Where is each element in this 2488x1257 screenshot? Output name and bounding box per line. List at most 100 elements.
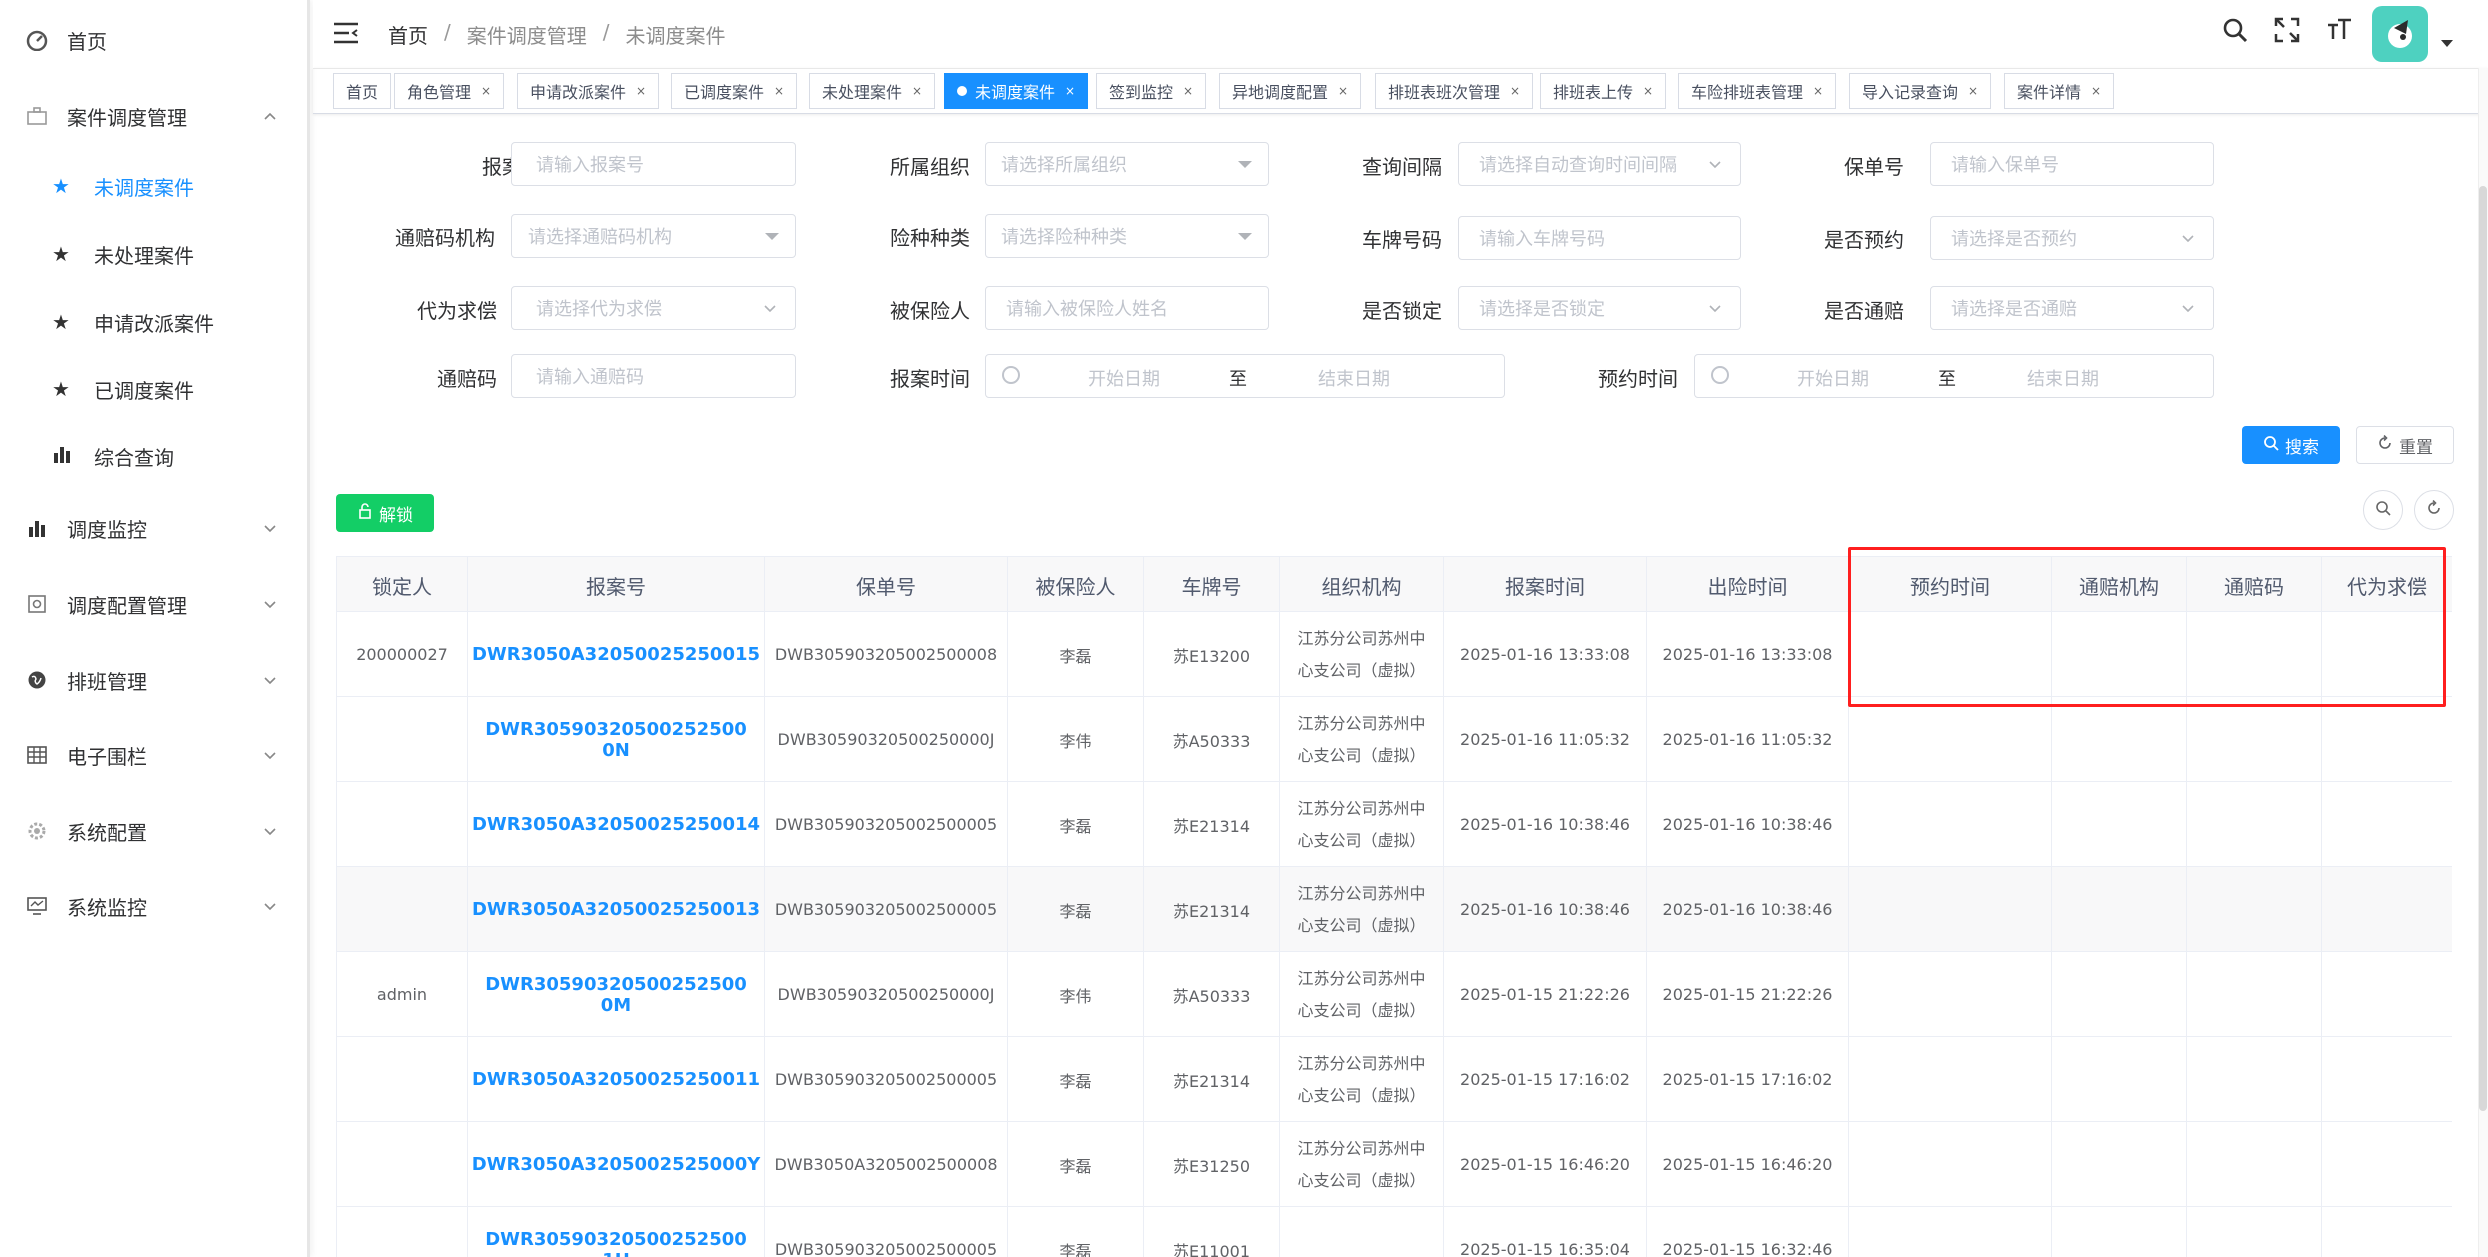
- table-cell-1[interactable]: DWR3050A3205002525000Y: [468, 1122, 765, 1207]
- table-cell-10: [2187, 1122, 2322, 1207]
- menu-toggle-icon[interactable]: [333, 22, 359, 44]
- end-date-placeholder[interactable]: 结束日期: [2027, 365, 2099, 391]
- tab-reassign[interactable]: 申请改派案件 ×: [517, 73, 660, 109]
- sidebar-subitem-undispatched[interactable]: ★ 未调度案件: [0, 156, 307, 216]
- sidebar-item-system-config[interactable]: 系统配置: [0, 801, 307, 861]
- close-icon[interactable]: ×: [1813, 84, 1823, 98]
- tab-role[interactable]: 角色管理 ×: [394, 73, 505, 109]
- reset-button[interactable]: 重置: [2356, 426, 2454, 464]
- table-row[interactable]: DWR3050A32050025250011 DWB305903205002500…: [337, 1037, 2452, 1122]
- table-cell-1[interactable]: DWR3050A32050025250013: [468, 867, 765, 952]
- close-icon[interactable]: ×: [912, 84, 922, 98]
- toggle-search-button[interactable]: [2363, 490, 2403, 530]
- close-icon[interactable]: ×: [636, 84, 646, 98]
- chevron-down-icon: [263, 597, 277, 611]
- close-icon[interactable]: ×: [2091, 84, 2101, 98]
- table-cell-1[interactable]: DWR30590320500252500 1H: [468, 1207, 765, 1257]
- locked-select[interactable]: 请选择是否锁定: [1458, 286, 1741, 330]
- col-header-insured: 被保险人: [1008, 557, 1144, 613]
- start-date-placeholder[interactable]: 开始日期: [1088, 365, 1160, 391]
- close-icon[interactable]: ×: [1510, 84, 1520, 98]
- sidebar-item-schedule[interactable]: 排班管理: [0, 650, 307, 710]
- table-cell-2: DWB305903205002500008: [765, 612, 1008, 697]
- tab-schedule-upload[interactable]: 排班表上传 ×: [1540, 73, 1667, 109]
- search-icon: [2375, 500, 2391, 520]
- unlock-button[interactable]: 解锁: [336, 494, 434, 532]
- table-row[interactable]: admin DWR30590320500252500 0M DWB305903205…: [337, 952, 2452, 1037]
- table-row[interactable]: DWR30590320500252500 1HDWB30590320500250…: [337, 1207, 2452, 1257]
- table-cell-1[interactable]: DWR30590320500252500 0M: [468, 952, 765, 1037]
- table-cell-1[interactable]: DWR3050A32050025250015: [468, 612, 765, 697]
- table-row[interactable]: DWR3050A32050025250013 DWB305903205002500…: [337, 867, 2452, 952]
- col-header-report-time: 报案时间: [1444, 557, 1647, 613]
- sidebar-item-case-dispatch[interactable]: 案件调度管理: [0, 86, 307, 146]
- table-cell-1[interactable]: DWR3050A32050025250014: [468, 782, 765, 867]
- report-time-range[interactable]: 开始日期 至 结束日期: [985, 354, 1505, 398]
- notify-org-select[interactable]: 请选择通赔码机构: [511, 214, 796, 258]
- table-cell-11: [2322, 782, 2452, 867]
- breadcrumb-home[interactable]: 首页: [388, 20, 428, 49]
- tab-undispatched[interactable]: 未调度案件 ×: [944, 73, 1089, 109]
- fullscreen-icon[interactable]: [2273, 16, 2301, 44]
- breadcrumb-case-dispatch[interactable]: 案件调度管理: [467, 20, 587, 49]
- sidebar-subitem-dispatched[interactable]: ★ 已调度案件: [0, 359, 307, 419]
- end-date-placeholder[interactable]: 结束日期: [1318, 365, 1390, 391]
- org-select[interactable]: 请选择所属组织: [985, 142, 1269, 186]
- tab-import-record[interactable]: 导入记录查询 ×: [1849, 73, 1992, 109]
- tab-auto-schedule[interactable]: 车险排班表管理 ×: [1678, 73, 1837, 109]
- start-date-placeholder[interactable]: 开始日期: [1797, 365, 1869, 391]
- page-scrollbar[interactable]: [2478, 68, 2488, 1257]
- table-row[interactable]: DWR3050A3205002525000Y DWB3050A3205002500…: [337, 1122, 2452, 1207]
- sidebar-subitem-query[interactable]: 综合查询: [0, 426, 307, 486]
- sidebar-item-monitor[interactable]: 调度监控: [0, 498, 307, 558]
- tab-case-detail[interactable]: 案件详情 ×: [2004, 73, 2115, 109]
- tab-unprocessed[interactable]: 未处理案件 ×: [809, 73, 936, 109]
- close-icon[interactable]: ×: [481, 84, 491, 98]
- avatar[interactable]: [2372, 6, 2428, 62]
- report-no-input[interactable]: 请输入报案号: [511, 142, 796, 186]
- tab-remote-dispatch[interactable]: 异地调度配置 ×: [1219, 73, 1362, 109]
- close-icon[interactable]: ×: [1065, 84, 1075, 98]
- policy-no-input[interactable]: 请输入保单号: [1930, 142, 2214, 186]
- reserve-time-range[interactable]: 开始日期 至 结束日期: [1694, 354, 2214, 398]
- tab-sign-monitor[interactable]: 签到监控 ×: [1096, 73, 1207, 109]
- unlock-button-label: 解锁: [379, 505, 413, 526]
- search-icon[interactable]: [2221, 16, 2249, 44]
- close-icon[interactable]: ×: [1968, 84, 1978, 98]
- refresh-button[interactable]: [2414, 490, 2454, 530]
- table-cell-1[interactable]: DWR30590320500252500 0N: [468, 697, 765, 782]
- caret-down-icon[interactable]: [2441, 40, 2453, 47]
- placeholder: 请选择通赔码机构: [528, 227, 672, 248]
- tab-home[interactable]: 首页: [333, 73, 392, 109]
- sidebar-subitem-unprocessed[interactable]: ★ 未处理案件: [0, 224, 307, 284]
- insured-input[interactable]: 请输入被保险人姓名: [985, 286, 1269, 330]
- tab-shift-manage[interactable]: 排班表班次管理 ×: [1375, 73, 1534, 109]
- active-dot-icon: [957, 86, 967, 96]
- search-button[interactable]: 搜索: [2242, 426, 2340, 464]
- universal-select[interactable]: 请选择是否通赔: [1930, 286, 2214, 330]
- sidebar-item-home[interactable]: 首页: [0, 10, 307, 70]
- font-size-icon[interactable]: [2325, 16, 2353, 44]
- universal-label: 是否通赔: [1824, 299, 1904, 323]
- interval-select[interactable]: 请选择自动查询时间间隔: [1458, 142, 1741, 186]
- table-row[interactable]: DWR3050A32050025250014 DWB305903205002500…: [337, 782, 2452, 867]
- close-icon[interactable]: ×: [1643, 84, 1653, 98]
- table-cell-10: [2187, 697, 2322, 782]
- insurance-type-select[interactable]: 请选择险种种类: [985, 214, 1269, 258]
- plate-input[interactable]: 请输入车牌号码: [1458, 216, 1741, 260]
- table-cell-1[interactable]: DWR3050A32050025250011: [468, 1037, 765, 1122]
- sidebar-subitem-reassign[interactable]: ★ 申请改派案件: [0, 292, 307, 352]
- org-line-2: 心支公司（虚拟）: [1297, 1085, 1426, 1105]
- tab-dispatched[interactable]: 已调度案件 ×: [671, 73, 798, 109]
- close-icon[interactable]: ×: [1183, 84, 1193, 98]
- reserved-select[interactable]: 请选择是否预约: [1930, 216, 2214, 260]
- close-icon[interactable]: ×: [774, 84, 784, 98]
- scrollbar-thumb[interactable]: [2479, 186, 2487, 1111]
- sidebar-item-geofence[interactable]: 电子围栏: [0, 725, 307, 785]
- sidebar-item-config[interactable]: 调度配置管理: [0, 574, 307, 634]
- subrogation-select[interactable]: 请选择代为求偿: [511, 286, 796, 330]
- notify-code-input[interactable]: 请输入通赔码: [511, 354, 796, 398]
- sidebar-item-system-monitor[interactable]: 系统监控: [0, 876, 307, 936]
- close-icon[interactable]: ×: [1338, 84, 1348, 98]
- table-row[interactable]: DWR30590320500252500 0N DWB30590320500250…: [337, 697, 2452, 782]
